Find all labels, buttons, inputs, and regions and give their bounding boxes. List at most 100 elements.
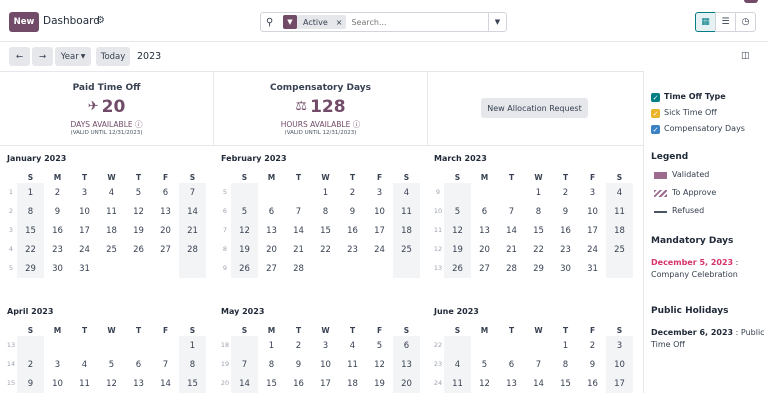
day-cell[interactable]: 15 <box>525 221 552 240</box>
day-cell[interactable]: 24 <box>366 240 393 259</box>
today-button[interactable]: Today <box>96 47 130 66</box>
day-cell[interactable]: 8 <box>312 202 339 221</box>
day-cell[interactable]: 8 <box>552 355 579 374</box>
calendar-view-button[interactable]: ▦ <box>695 12 716 32</box>
user-avatar-edge[interactable] <box>744 0 758 3</box>
day-cell[interactable]: 2 <box>579 336 606 355</box>
day-cell[interactable]: 7 <box>179 183 206 202</box>
day-cell[interactable]: 4 <box>444 355 471 374</box>
day-cell[interactable]: 3 <box>312 336 339 355</box>
day-cell[interactable]: 16 <box>579 374 606 393</box>
activity-view-button[interactable]: ◷ <box>735 12 756 32</box>
day-cell[interactable]: 2 <box>285 336 312 355</box>
day-cell[interactable]: 22 <box>17 240 44 259</box>
day-cell[interactable]: 22 <box>312 240 339 259</box>
day-cell[interactable]: 28 <box>179 240 206 259</box>
day-cell[interactable]: 20 <box>152 221 179 240</box>
day-cell[interactable]: 5 <box>231 202 258 221</box>
checkbox-sick-time-off[interactable]: ✓ <box>651 109 660 118</box>
previous-button[interactable]: ← <box>9 47 30 66</box>
day-cell[interactable]: 10 <box>579 202 606 221</box>
day-cell[interactable]: 3 <box>579 183 606 202</box>
day-cell[interactable]: 14 <box>231 374 258 393</box>
day-cell[interactable]: 19 <box>125 221 152 240</box>
day-cell[interactable]: 13 <box>498 374 525 393</box>
day-cell[interactable]: 2 <box>44 183 71 202</box>
day-cell[interactable]: 28 <box>498 259 525 278</box>
day-cell[interactable]: 1 <box>552 336 579 355</box>
day-cell[interactable]: 21 <box>285 240 312 259</box>
day-cell[interactable]: 11 <box>339 355 366 374</box>
day-cell[interactable]: 2 <box>17 355 44 374</box>
next-button[interactable]: → <box>32 47 53 66</box>
day-cell[interactable]: 23 <box>552 240 579 259</box>
day-cell[interactable]: 27 <box>471 259 498 278</box>
day-cell[interactable]: 9 <box>552 202 579 221</box>
day-cell[interactable]: 10 <box>606 355 633 374</box>
day-cell[interactable]: 12 <box>125 202 152 221</box>
day-cell[interactable]: 17 <box>606 374 633 393</box>
day-cell[interactable]: 16 <box>339 221 366 240</box>
day-cell[interactable]: 26 <box>125 240 152 259</box>
day-cell[interactable]: 25 <box>98 240 125 259</box>
day-cell[interactable]: 7 <box>525 355 552 374</box>
day-cell[interactable]: 5 <box>366 336 393 355</box>
day-cell[interactable]: 9 <box>339 202 366 221</box>
day-cell[interactable]: 17 <box>366 221 393 240</box>
day-cell[interactable]: 18 <box>393 221 420 240</box>
day-cell[interactable]: 27 <box>152 240 179 259</box>
day-cell[interactable]: 11 <box>98 202 125 221</box>
day-cell[interactable]: 22 <box>525 240 552 259</box>
filter-label-time-off-type[interactable]: Time Off Type <box>664 92 726 101</box>
day-cell[interactable]: 15 <box>179 374 206 393</box>
day-cell[interactable]: 9 <box>579 355 606 374</box>
day-cell[interactable]: 20 <box>471 240 498 259</box>
day-cell[interactable]: 1 <box>17 183 44 202</box>
day-cell[interactable]: 11 <box>444 374 471 393</box>
day-cell[interactable]: 25 <box>606 240 633 259</box>
day-cell[interactable]: 13 <box>152 202 179 221</box>
question-icon[interactable]: ⓘ <box>353 120 361 129</box>
new-allocation-request-button[interactable]: New Allocation Request <box>481 98 588 118</box>
side-panel-toggle-icon[interactable]: ◫ <box>741 51 750 61</box>
day-cell[interactable]: 6 <box>393 336 420 355</box>
day-cell[interactable]: 4 <box>606 183 633 202</box>
day-cell[interactable]: 7 <box>152 355 179 374</box>
checkbox-compensatory-days[interactable]: ✓ <box>651 125 660 134</box>
day-cell[interactable]: 18 <box>339 374 366 393</box>
day-cell[interactable]: 13 <box>393 355 420 374</box>
day-cell[interactable]: 9 <box>44 202 71 221</box>
day-cell[interactable]: 6 <box>498 355 525 374</box>
search-dropdown-toggle[interactable]: ▼ <box>488 13 506 31</box>
day-cell[interactable]: 11 <box>606 202 633 221</box>
day-cell[interactable]: 3 <box>44 355 71 374</box>
day-cell[interactable]: 7 <box>498 202 525 221</box>
day-cell[interactable]: 11 <box>71 374 98 393</box>
day-cell[interactable]: 14 <box>285 221 312 240</box>
day-cell[interactable]: 13 <box>258 221 285 240</box>
day-cell[interactable]: 10 <box>71 202 98 221</box>
day-cell[interactable]: 30 <box>552 259 579 278</box>
question-icon[interactable]: ⓘ <box>135 120 143 129</box>
day-cell[interactable]: 28 <box>285 259 312 278</box>
day-cell[interactable]: 6 <box>125 355 152 374</box>
day-cell[interactable]: 25 <box>393 240 420 259</box>
day-cell[interactable]: 8 <box>258 355 285 374</box>
scale-dropdown[interactable]: Year ▼ <box>55 47 91 66</box>
day-cell[interactable]: 23 <box>339 240 366 259</box>
day-cell[interactable]: 12 <box>444 221 471 240</box>
day-cell[interactable]: 14 <box>498 221 525 240</box>
day-cell[interactable]: 6 <box>152 183 179 202</box>
day-cell[interactable]: 27 <box>258 259 285 278</box>
day-cell[interactable]: 29 <box>17 259 44 278</box>
day-cell[interactable]: 12 <box>471 374 498 393</box>
day-cell[interactable]: 12 <box>366 355 393 374</box>
day-cell[interactable]: 19 <box>231 240 258 259</box>
day-cell[interactable]: 31 <box>579 259 606 278</box>
day-cell[interactable]: 16 <box>285 374 312 393</box>
day-cell[interactable]: 20 <box>258 240 285 259</box>
day-cell[interactable]: 16 <box>552 221 579 240</box>
day-cell[interactable]: 11 <box>393 202 420 221</box>
day-cell[interactable]: 1 <box>525 183 552 202</box>
day-cell[interactable]: 2 <box>339 183 366 202</box>
